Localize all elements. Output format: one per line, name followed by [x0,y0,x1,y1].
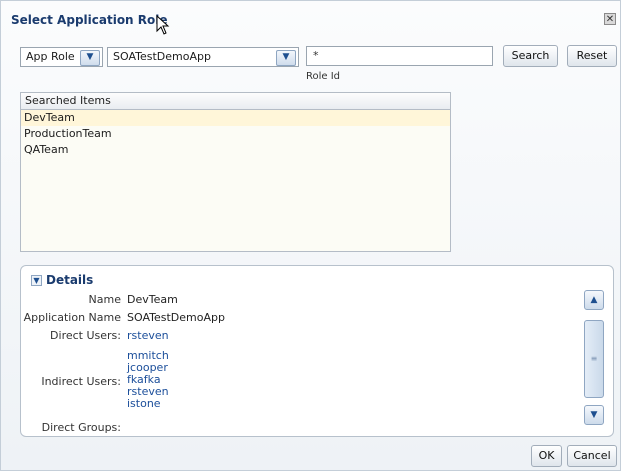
chevron-down-icon[interactable]: ▼ [584,405,604,425]
table-row[interactable]: DevTeam [21,110,450,126]
ok-button[interactable]: OK [531,445,562,467]
indirect-users-list: mmitch jcooper fkafka rsteven istone [127,350,169,410]
details-panel: ▼ Details Name DevTeam Application Name S… [20,265,614,437]
chevron-down-icon[interactable]: ▼ [80,50,100,66]
select-application-role-dialog: Select Application Role ✕ App Role ▼ SOA… [0,0,621,471]
role-type-select[interactable]: App Role ▼ [20,47,103,67]
cancel-button[interactable]: Cancel [567,445,617,467]
name-value: DevTeam [127,293,178,306]
direct-users-label: Direct Users: [50,329,121,342]
collapse-icon[interactable]: ▼ [31,275,42,286]
details-header[interactable]: ▼ Details [31,273,93,287]
search-button[interactable]: Search [503,45,558,67]
details-title: Details [46,273,94,287]
searched-items-table: Searched Items DevTeam ProductionTeam QA… [20,92,451,252]
role-id-input[interactable]: * [306,46,493,66]
application-name-label: Application Name [23,311,121,324]
mouse-cursor-icon [156,15,170,35]
chevron-up-icon[interactable]: ▲ [584,290,604,310]
application-name-value: SOATestDemoApp [127,311,225,324]
indirect-users-label: Indirect Users: [41,375,121,388]
indirect-user-link[interactable]: istone [127,398,169,410]
chevron-down-icon[interactable]: ▼ [276,50,296,66]
application-value: SOATestDemoApp [113,50,211,63]
direct-user-link[interactable]: rsteven [127,329,169,342]
application-select[interactable]: SOATestDemoApp ▼ [107,47,299,67]
role-id-label: Role Id [306,71,341,82]
table-header: Searched Items [21,93,450,110]
table-row[interactable]: ProductionTeam [21,126,450,142]
table-row[interactable]: QATeam [21,142,450,158]
direct-groups-label: Direct Groups: [41,421,121,434]
name-label: Name [88,293,121,306]
role-type-value: App Role [26,50,75,63]
details-scrollbar[interactable]: ▲ ≡ ▼ [584,290,604,425]
dialog-title: Select Application Role [11,13,168,27]
scrollbar-thumb[interactable]: ≡ [584,320,604,398]
reset-button[interactable]: Reset [567,45,617,67]
close-icon[interactable]: ✕ [604,13,616,25]
